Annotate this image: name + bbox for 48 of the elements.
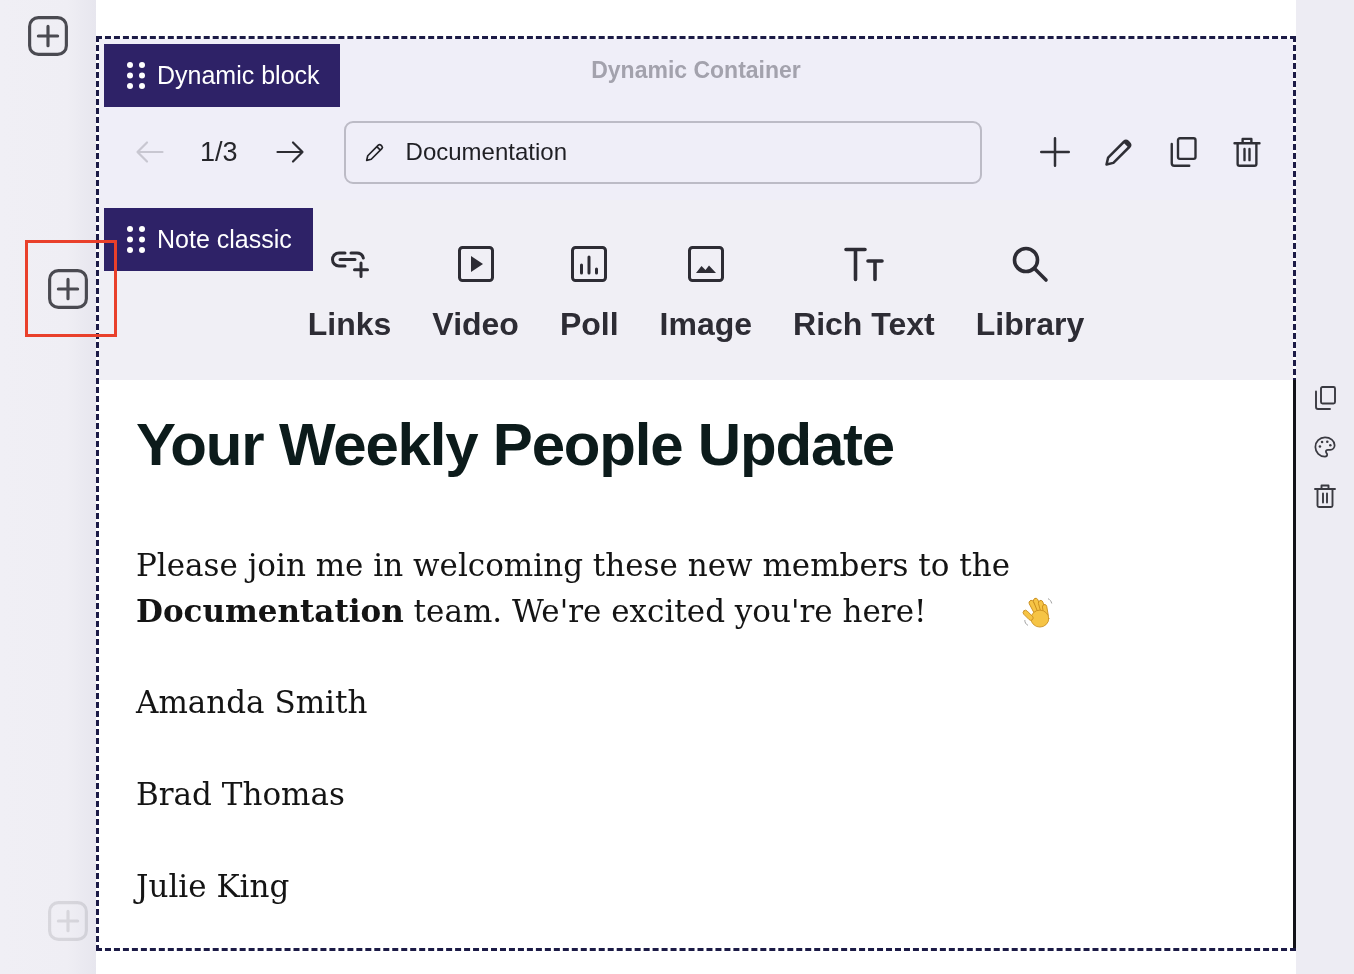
insert-tool-button[interactable]: Image bbox=[659, 246, 753, 342]
add-block-button[interactable] bbox=[27, 15, 69, 57]
plus-square-icon bbox=[47, 268, 89, 310]
pencil-icon bbox=[364, 141, 385, 162]
block-label[interactable]: Note classic bbox=[104, 208, 313, 271]
drag-handle-icon bbox=[127, 226, 145, 253]
image-icon bbox=[687, 246, 724, 282]
drag-handle-icon bbox=[127, 62, 145, 89]
trash-icon bbox=[1232, 137, 1262, 167]
delete-block-button[interactable] bbox=[1314, 484, 1336, 508]
search-icon bbox=[1011, 246, 1048, 282]
link-plus-icon bbox=[329, 250, 370, 278]
insert-tool-button[interactable]: Rich Text bbox=[793, 246, 935, 342]
play-square-icon bbox=[457, 246, 494, 282]
container-title: Dynamic Container bbox=[591, 56, 801, 85]
copy-icon bbox=[1168, 137, 1198, 167]
insert-tool-button[interactable]: Poll bbox=[559, 246, 619, 342]
insert-tool-button[interactable]: Video bbox=[432, 246, 519, 342]
insert-tool-button[interactable]: Library bbox=[975, 246, 1085, 342]
style-button[interactable] bbox=[1314, 435, 1336, 459]
palette-icon bbox=[1314, 435, 1336, 459]
duplicate-button[interactable] bbox=[1168, 137, 1198, 167]
plus-icon bbox=[1040, 137, 1070, 167]
member-name: Amanda Smith bbox=[136, 683, 368, 722]
trash-icon bbox=[1314, 484, 1336, 508]
block-label[interactable]: Dynamic block bbox=[104, 44, 340, 107]
edit-button[interactable] bbox=[1104, 137, 1134, 167]
member-name: Brad Thomas bbox=[136, 775, 345, 814]
delete-button[interactable] bbox=[1232, 137, 1262, 167]
block-label-text: Dynamic block bbox=[157, 61, 320, 90]
bar-chart-icon bbox=[571, 246, 608, 282]
pencil-icon bbox=[1104, 137, 1134, 167]
page-counter: 1/3 bbox=[200, 136, 238, 168]
text-size-icon bbox=[843, 246, 884, 282]
add-block-button[interactable] bbox=[47, 268, 89, 310]
waving-hand-icon bbox=[1022, 595, 1054, 629]
name-field[interactable]: Documentation bbox=[343, 120, 982, 184]
note-heading: Your Weekly People Update bbox=[136, 410, 894, 480]
plus-square-icon bbox=[47, 900, 89, 942]
arrow-left-icon bbox=[136, 140, 164, 164]
plus-square-icon bbox=[27, 15, 69, 57]
block-label-text: Note classic bbox=[157, 225, 292, 254]
next-button[interactable] bbox=[275, 140, 304, 164]
copy-icon bbox=[1314, 386, 1336, 410]
add-button[interactable] bbox=[1040, 137, 1070, 167]
arrow-right-icon bbox=[275, 140, 304, 164]
intro-paragraph: Please join me in welcoming these new members to the Documentation team. We're excited you're here! bbox=[136, 546, 1012, 631]
duplicate-block-button[interactable] bbox=[1314, 386, 1336, 410]
